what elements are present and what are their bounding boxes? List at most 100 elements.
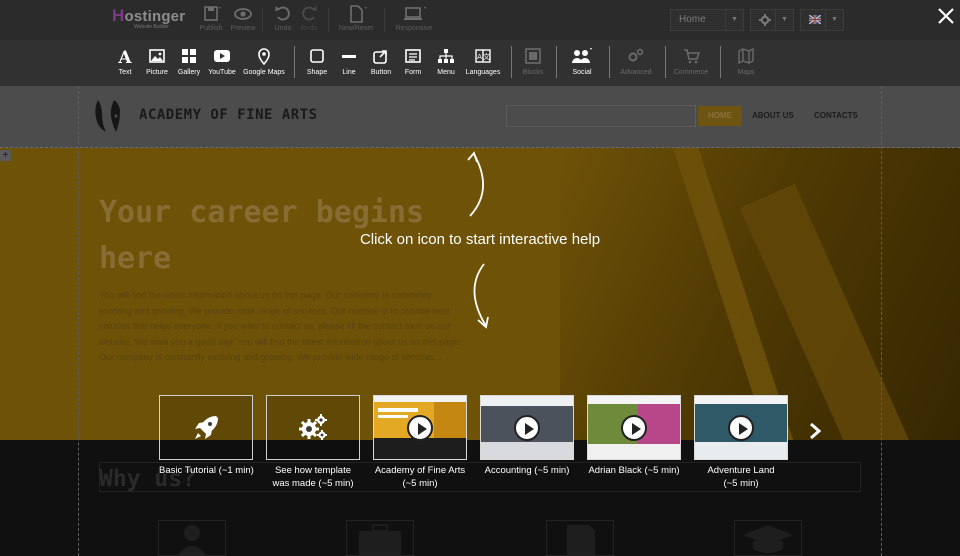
tool-label: Languages: [465, 69, 501, 76]
tutorial-basic[interactable]: Basic Tutorial (~1 min): [159, 395, 254, 478]
svg-text:文: 文: [483, 52, 490, 61]
chevron-right-icon[interactable]: [806, 422, 824, 440]
language-dropdown[interactable]: ▼: [800, 9, 844, 31]
tool-label: Advanced: [620, 69, 652, 76]
eye-icon: [234, 8, 252, 20]
undo-icon: [275, 6, 290, 21]
add-section-button[interactable]: +: [0, 150, 11, 161]
tutorial-duration: (~5 min): [644, 465, 680, 476]
nav-item-contacts[interactable]: CONTACTS: [814, 106, 858, 126]
youtube-icon: [214, 50, 230, 62]
tutorial-template-making[interactable]: See how template was made (~5 min): [266, 395, 360, 490]
menu-icon: [438, 49, 454, 63]
toolbar-divider: [609, 46, 610, 78]
redo-button[interactable]: Redo: [298, 5, 320, 37]
redo-icon: [302, 6, 317, 21]
redo-label: Redo: [300, 25, 318, 32]
publish-button[interactable]: Publish: [195, 5, 227, 37]
tutorial-thumbnail[interactable]: [587, 395, 681, 460]
preview-label: Preview: [230, 25, 256, 32]
gear-icon: [759, 14, 771, 26]
tutorial-duration: (~5 min): [318, 477, 354, 489]
tutorial-title: Basic Tutorial: [159, 465, 217, 476]
feature-icon-briefcase: [346, 520, 414, 556]
rocket-icon: [195, 415, 218, 439]
feature-icon-graduation: [734, 520, 802, 556]
maps-icon: [738, 47, 754, 65]
tool-label: Commerce: [673, 69, 709, 76]
undo-button[interactable]: Undo: [272, 5, 294, 37]
tutorial-duration: (~5 min): [402, 477, 438, 489]
tutorial-title: Accounting: [484, 465, 532, 476]
tutorial-title: See how template: [274, 465, 352, 476]
tutorial-accounting[interactable]: Accounting (~5 min): [480, 395, 574, 478]
uk-flag-icon: [808, 14, 822, 25]
commerce-tool[interactable]: Commerce: [666, 47, 716, 76]
nav-item-home[interactable]: HOME: [698, 106, 742, 126]
map-pin-icon: [258, 48, 270, 65]
toolbar-divider: [384, 8, 385, 32]
play-icon: [514, 414, 540, 441]
file-icon: [350, 5, 367, 23]
play-icon: [407, 414, 433, 441]
tutorial-title-line2: was made: [272, 477, 316, 489]
maps-tool[interactable]: Maps: [721, 47, 771, 76]
tutorial-thumbnail[interactable]: [694, 395, 788, 460]
new-reset-button[interactable]: New/Reset: [336, 5, 376, 37]
tutorial-carousel: Basic Tutorial (~1 min) See how template…: [0, 395, 960, 495]
svg-text:A: A: [117, 48, 132, 65]
advanced-icon: [628, 48, 644, 62]
feature-icon-person: [158, 520, 226, 556]
social-tool[interactable]: Social: [557, 47, 607, 76]
tutorial-title: Academy of Fine Arts: [374, 465, 466, 476]
pen-nib-logo-icon: [95, 100, 120, 132]
play-icon: [621, 414, 647, 441]
languages-tool[interactable]: A文 Languages: [458, 47, 508, 76]
tutorial-thumbnail[interactable]: [266, 395, 360, 460]
tutorial-academy-of-fine-arts[interactable]: Academy of Fine Arts (~5 min): [373, 395, 467, 490]
tutorial-thumbnail[interactable]: [480, 395, 574, 460]
laptop-icon: [404, 7, 426, 20]
responsive-button[interactable]: Responsive: [392, 5, 436, 37]
tutorial-adventure-land[interactable]: Adventure Land (~5 min): [694, 395, 788, 490]
chevron-down-icon: ▼: [775, 10, 793, 30]
tool-label: Blocks: [522, 69, 544, 76]
tool-label: Social: [572, 69, 592, 76]
responsive-label: Responsive: [395, 25, 433, 32]
settings-dropdown[interactable]: ▼: [750, 9, 794, 31]
interactive-help-text: Click on icon to start interactive help: [359, 231, 601, 248]
brand-name: ACADEMY OF FINE ARTS: [139, 107, 318, 123]
preview-button[interactable]: Preview: [228, 5, 258, 37]
cart-icon: [684, 49, 700, 64]
tutorial-duration: (~1 min): [218, 465, 254, 476]
page-select-value: Home: [679, 14, 706, 25]
tool-label: Google Maps: [243, 69, 285, 76]
chevron-down-icon: ▼: [725, 10, 743, 30]
tutorial-title: Adrian Black: [588, 465, 642, 476]
tutorial-duration: (~5 min): [723, 477, 759, 489]
publish-label: Publish: [199, 25, 223, 32]
tool-label: Maps: [737, 69, 755, 76]
tutorial-thumbnail[interactable]: [159, 395, 253, 460]
google-maps-tool[interactable]: Google Maps: [239, 47, 289, 76]
hostinger-logo: Hostinger Website Builder: [112, 6, 186, 30]
gallery-icon: [182, 49, 196, 63]
tutorial-duration: (~5 min): [534, 465, 570, 476]
tutorial-thumbnail[interactable]: [373, 395, 467, 460]
tutorial-adrian-black[interactable]: Adrian Black (~5 min): [587, 395, 681, 478]
svg-text:A: A: [477, 53, 482, 61]
search-input[interactable]: [506, 105, 696, 127]
close-button[interactable]: [934, 4, 958, 28]
advanced-tool[interactable]: Advanced: [611, 47, 661, 76]
blocks-tool[interactable]: Blocks: [508, 47, 558, 76]
logo-text: ostinger: [124, 8, 186, 25]
logo-subtitle: Website Builder: [134, 24, 169, 30]
languages-icon: A文: [475, 49, 491, 63]
new-reset-label: New/Reset: [338, 25, 374, 32]
hero-body-text: You will find the latest information abo…: [99, 290, 462, 362]
toolbar-divider: [328, 8, 329, 32]
nav-item-about-us[interactable]: ABOUT US: [752, 106, 794, 126]
social-icon: [572, 48, 592, 63]
form-icon: [405, 49, 421, 63]
page-select[interactable]: Home ▼: [670, 9, 744, 31]
